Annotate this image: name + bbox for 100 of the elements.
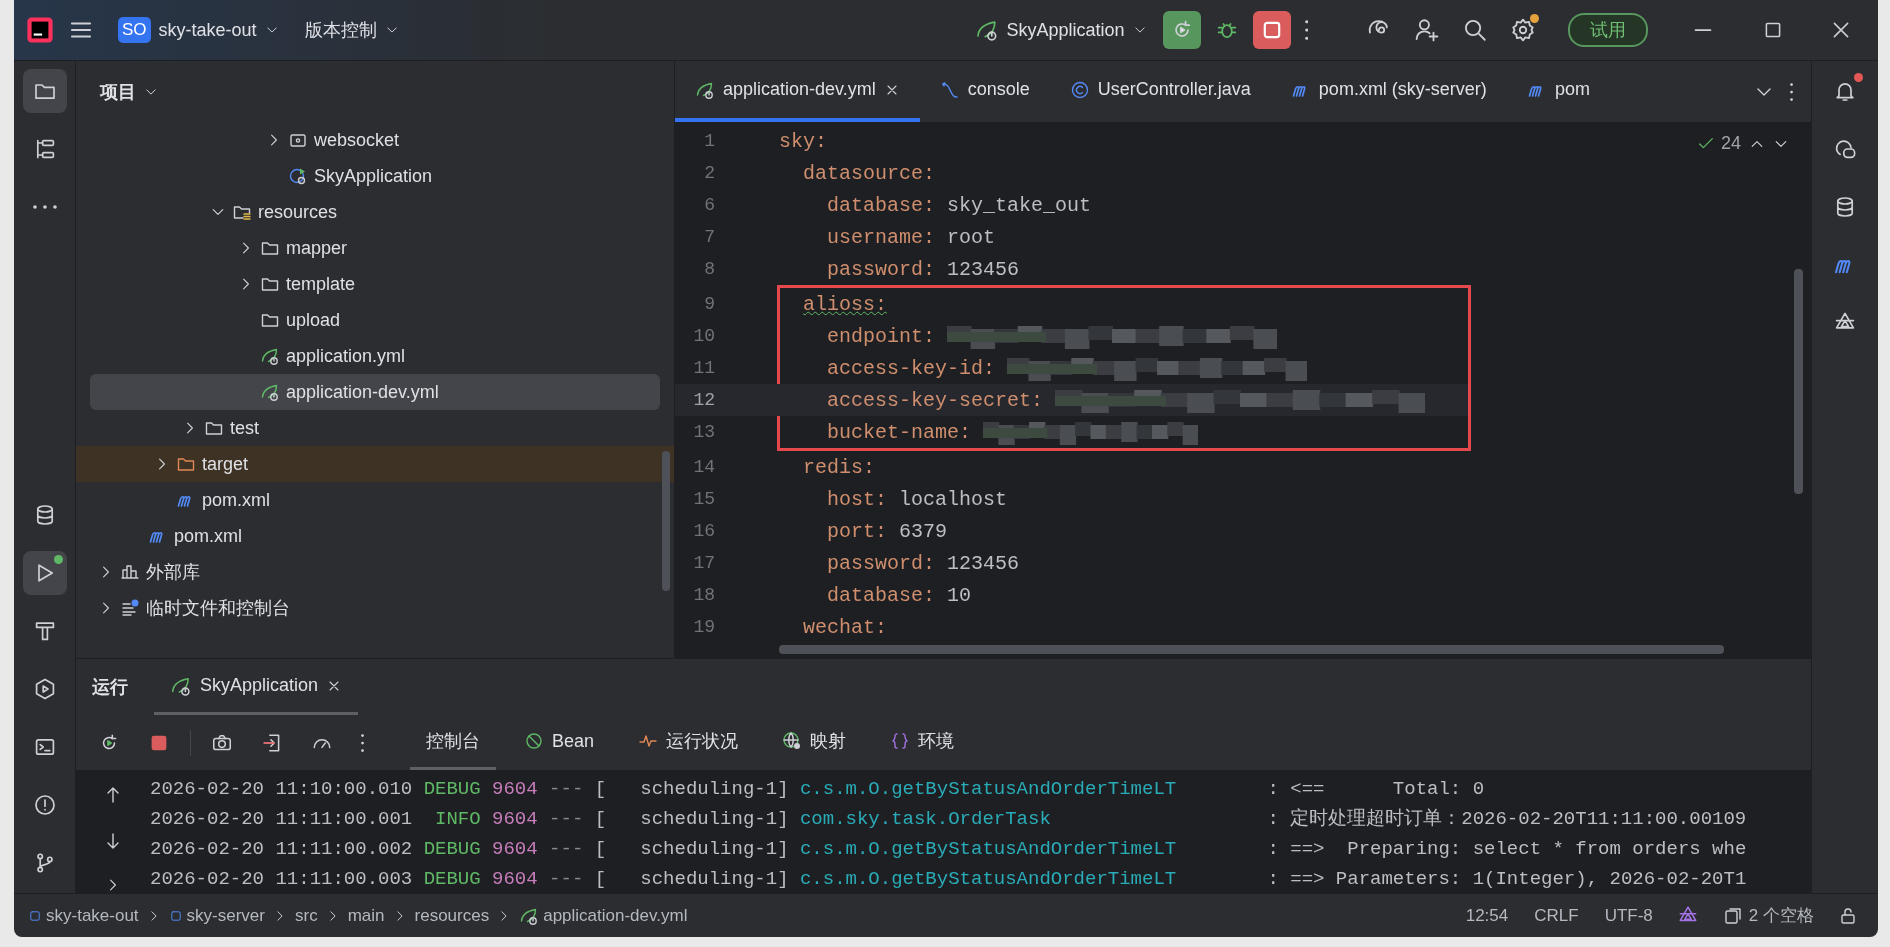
- add-user-icon: [1414, 17, 1440, 43]
- line-number: 14: [692, 457, 715, 477]
- line-number: 16: [692, 521, 715, 541]
- tree-item[interactable]: resources: [76, 194, 674, 230]
- tree-item[interactable]: mapper: [76, 230, 674, 266]
- line-number: 1: [703, 131, 715, 151]
- bean-icon: [524, 731, 545, 751]
- notification-dot: [1854, 73, 1863, 82]
- more-vertical-icon: [1789, 82, 1793, 101]
- vcs-menu[interactable]: 版本控制: [294, 12, 409, 48]
- line-number: 17: [692, 553, 715, 573]
- tree-item[interactable]: application.yml: [76, 338, 674, 374]
- editor-tab[interactable]: pom: [1506, 61, 1610, 122]
- search-icon: [1462, 17, 1488, 43]
- breadcrumb[interactable]: application-dev.yml: [517, 905, 690, 926]
- health-tab[interactable]: 运行状况: [622, 715, 755, 770]
- editor-tab[interactable]: console: [919, 61, 1050, 122]
- line-number: 8: [703, 259, 715, 279]
- code-line: alioss:: [803, 292, 887, 316]
- tool-window-button[interactable]: [22, 551, 67, 595]
- app-class-icon: [288, 166, 308, 186]
- code-line: access-key-id:: [827, 356, 996, 380]
- breadcrumb[interactable]: sky-server: [166, 905, 267, 926]
- tree-item[interactable]: websocket: [76, 122, 674, 158]
- line-number: 12: [692, 390, 715, 410]
- module-icon: [168, 908, 183, 923]
- code-line: endpoint:: [827, 324, 936, 348]
- stop-button[interactable]: [1252, 11, 1291, 49]
- editor-tab[interactable]: application-dev.yml: [675, 61, 920, 122]
- code-line: wechat:: [803, 615, 887, 639]
- tree-item[interactable]: pom.xml: [76, 482, 674, 518]
- scrollbar-thumb[interactable]: [779, 645, 1724, 654]
- more-vertical-icon: [1304, 20, 1308, 40]
- log-line: 2026-02-20 11:10:00.010 DEBUG 9604 --- [ scheduling-1] c.s.m.O.getByStatusAndOrderTimeLT : <== Total: 0: [150, 777, 1486, 802]
- log-line: 2026-02-20 11:11:00.001 INFO 9604 --- [ scheduling-1] com.sky.task.OrderTask : 定时处理超时订单：2026-02-20T11:11:00.00109: [150, 807, 1747, 832]
- line-number: 13: [692, 422, 715, 442]
- settings-icon: [1510, 17, 1536, 43]
- line-separator[interactable]: CRLF: [1524, 905, 1589, 926]
- run-tab[interactable]: SkyApplication: [154, 659, 359, 715]
- caret-position[interactable]: 12:54: [1455, 905, 1519, 926]
- line-number: 2: [703, 163, 715, 183]
- breadcrumb[interactable]: sky-take-out: [26, 905, 141, 926]
- lock-icon: [1838, 905, 1858, 926]
- editor-tab[interactable]: pom.xml (sky-server): [1270, 61, 1507, 122]
- tree-item[interactable]: application-dev.yml: [90, 374, 660, 410]
- rerun-button[interactable]: [1162, 11, 1201, 49]
- code-line: port: 6379: [827, 519, 948, 543]
- tree-item[interactable]: pom.xml: [76, 518, 674, 554]
- line-number: 15: [692, 489, 715, 509]
- chat-icon: [1833, 137, 1857, 161]
- scrollbar-thumb[interactable]: [1794, 269, 1803, 494]
- breadcrumb[interactable]: resources: [412, 905, 492, 926]
- mappings-tab[interactable]: 映射: [766, 715, 863, 770]
- trial-button[interactable]: 试用: [1568, 13, 1648, 47]
- spring-leaf-icon: [260, 346, 280, 366]
- panel-title: 运行: [92, 676, 128, 699]
- line-number: 11: [692, 358, 715, 378]
- tree-item[interactable]: SkyApplication: [76, 158, 674, 194]
- project-name: sky-take-out: [158, 19, 257, 41]
- line-number: 18: [692, 585, 715, 605]
- scrollbar-thumb[interactable]: [662, 451, 670, 591]
- inspection-status[interactable]: 24: [1696, 133, 1741, 154]
- project-selector[interactable]: SO sky-take-out: [108, 11, 289, 49]
- code-line: redis:: [803, 455, 875, 479]
- tree-item[interactable]: template: [76, 266, 674, 302]
- spring-run-icon: [974, 18, 999, 42]
- tree-item[interactable]: target: [76, 446, 674, 482]
- code-line: sky:: [779, 129, 827, 153]
- code-line: access-key-secret:: [827, 388, 1044, 412]
- line-number: 7: [703, 227, 715, 247]
- code-line: password: 123456: [827, 551, 1020, 575]
- app-logo-icon[interactable]: [26, 16, 54, 44]
- bean-tab[interactable]: Bean: [508, 715, 611, 770]
- tree-item[interactable]: upload: [76, 302, 674, 338]
- line-number: 6: [703, 195, 715, 215]
- breadcrumb[interactable]: main: [345, 905, 387, 926]
- environment-tab[interactable]: 环境: [874, 715, 971, 770]
- project-view-selector[interactable]: 项目: [90, 73, 168, 110]
- log-line: 2026-02-20 11:11:00.003 DEBUG 9604 --- [ scheduling-1] c.s.m.O.getByStatusAndOrderTimeLT : ==> Parameters: 1(Integer), 2026-02-20T1: [150, 867, 1747, 892]
- tree-item[interactable]: 外部库: [76, 554, 674, 590]
- update-dot: [1530, 14, 1539, 23]
- code-line: database: sky_take_out: [827, 193, 1092, 217]
- editor-tab[interactable]: UserController.java: [1049, 61, 1271, 122]
- tree-item[interactable]: test: [76, 410, 674, 446]
- tree-item[interactable]: 临时文件和控制台: [76, 590, 674, 626]
- project-badge: SO: [118, 17, 151, 43]
- tool-window-button[interactable]: [22, 69, 67, 113]
- file-encoding[interactable]: UTF-8: [1594, 905, 1663, 926]
- console-icon: [939, 79, 960, 100]
- globe-icon: [782, 731, 803, 751]
- more-icon: [32, 205, 57, 209]
- code-line: datasource:: [803, 161, 936, 185]
- run-configuration-selector[interactable]: SkyApplication: [964, 12, 1157, 48]
- breadcrumb[interactable]: src: [293, 905, 320, 926]
- scratch-icon: [120, 598, 140, 618]
- problems-icon: [32, 793, 57, 817]
- line-number: 10: [692, 326, 715, 346]
- code-line: bucket-name:: [827, 420, 972, 444]
- code-line: username: root: [827, 225, 996, 249]
- indent-setting[interactable]: 2 个空格: [1712, 904, 1824, 927]
